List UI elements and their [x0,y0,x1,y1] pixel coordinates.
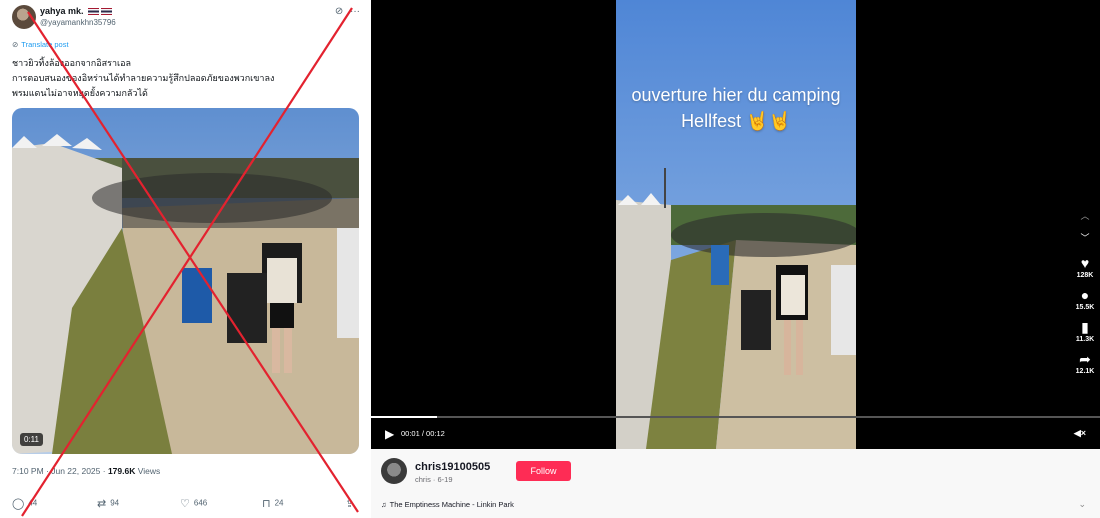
avatar[interactable] [381,458,407,484]
reply-button[interactable]: ◯ 44 [12,497,37,510]
tiktok-video[interactable]: ouverture hier du camping Hellfest 🤘🤘 [616,0,856,449]
avatar[interactable] [12,5,36,29]
progress-fill [371,416,437,418]
time-display: 00:01 / 00:12 [401,429,445,438]
save-button[interactable]: ▮ 11.3K [1070,319,1100,345]
tweet-text-line: การตอบสนองของอิหร่านได้ทำลายความรู้สึกปล… [12,74,275,84]
tweet-meta: 7:10 PM · Jun 22, 2025 · 179.6K Views [12,466,161,476]
progress-bar[interactable] [371,416,1100,418]
like-button[interactable]: ♥ 128K [1070,255,1100,281]
music-info[interactable]: ♫ The Emptiness Machine - Linkin Park [381,500,514,509]
share-icon: ⇪ [345,498,355,510]
video-info: chris19100505 chris · 6-19 Follow ♫ The E… [371,449,1100,518]
chevron-down-icon[interactable]: ⌄ [1078,499,1086,510]
video-duration: 0:11 [20,433,43,446]
chevron-up-icon[interactable]: ︿ [1070,205,1100,227]
more-icon[interactable]: ··· [350,6,360,17]
user-handle[interactable]: @yayamankhn35796 [40,18,116,27]
heart-icon: ♥ [1080,255,1090,271]
tweet-header: yahya mk. @yayamankhn35796 ⊘ ··· [12,5,360,33]
tweet-panel: yahya mk. @yayamankhn35796 ⊘ ··· ⊘ Transl… [0,0,368,518]
video-frame [616,0,856,449]
tweet-text: ชาวยิวทิ้งล้องออกจากอิสราเอล การตอบสนองข… [12,57,357,102]
tiktok-panel: ouverture hier du camping Hellfest 🤘🤘 ︿ … [371,0,1100,518]
header-actions: ⊘ ··· [335,6,360,17]
display-name[interactable]: yahya mk. [40,6,113,16]
video-frame [12,108,359,454]
comment-icon: ● [1080,287,1090,303]
like-icon: ♡ [180,498,190,510]
tweet-video[interactable]: 0:11 [12,108,359,454]
thai-flag-icon [88,8,100,16]
bookmark-icon: ⊓ [262,498,271,510]
reply-icon: ◯ [12,498,25,510]
username[interactable]: chris19100505 [415,461,490,473]
play-icon[interactable]: ▶ [385,427,394,441]
comment-button[interactable]: ● 15.5K [1070,287,1100,313]
video-player[interactable]: ouverture hier du camping Hellfest 🤘🤘 ︿ … [371,0,1100,449]
chevron-down-icon[interactable]: ﹀ [1070,227,1100,249]
translate-post-link[interactable]: ⊘ Translate post [12,40,69,49]
share-button[interactable]: ➦ 12.1K [1070,351,1100,377]
share-button[interactable]: ⇪ [345,497,358,510]
share-icon: ➦ [1079,351,1091,367]
repost-icon: ⇄ [97,498,107,510]
music-note-icon: ♫ [381,500,387,509]
thai-flag-icon [101,8,113,16]
tweet-actions: ◯ 44 ⇄ 94 ♡ 646 ⊓ 24 ⇪ [12,497,357,511]
tweet-text-line: ชาวยิวทิ้งล้องออกจากอิสราเอล [12,59,132,69]
user-subline: chris · 6-19 [415,475,453,484]
follow-button[interactable]: Follow [516,461,571,481]
bookmark-icon: ▮ [1081,319,1089,335]
like-button[interactable]: ♡ 646 [180,497,207,510]
grok-icon[interactable]: ⊘ [335,6,343,17]
globe-icon: ⊘ [12,40,19,49]
tweet-text-line: พรมแดนไม่อาจหยุดยั้งความกลัวได้ [12,89,148,99]
bookmark-button[interactable]: ⊓ 24 [262,497,284,510]
repost-button[interactable]: ⇄ 94 [97,497,119,510]
side-actions: ︿ ﹀ ♥ 128K ● 15.5K ▮ 11.3K ➦ 12.1K [1070,205,1100,377]
video-caption: ouverture hier du camping Hellfest 🤘🤘 [631,85,841,131]
mute-icon[interactable]: ◀× [1074,428,1086,439]
